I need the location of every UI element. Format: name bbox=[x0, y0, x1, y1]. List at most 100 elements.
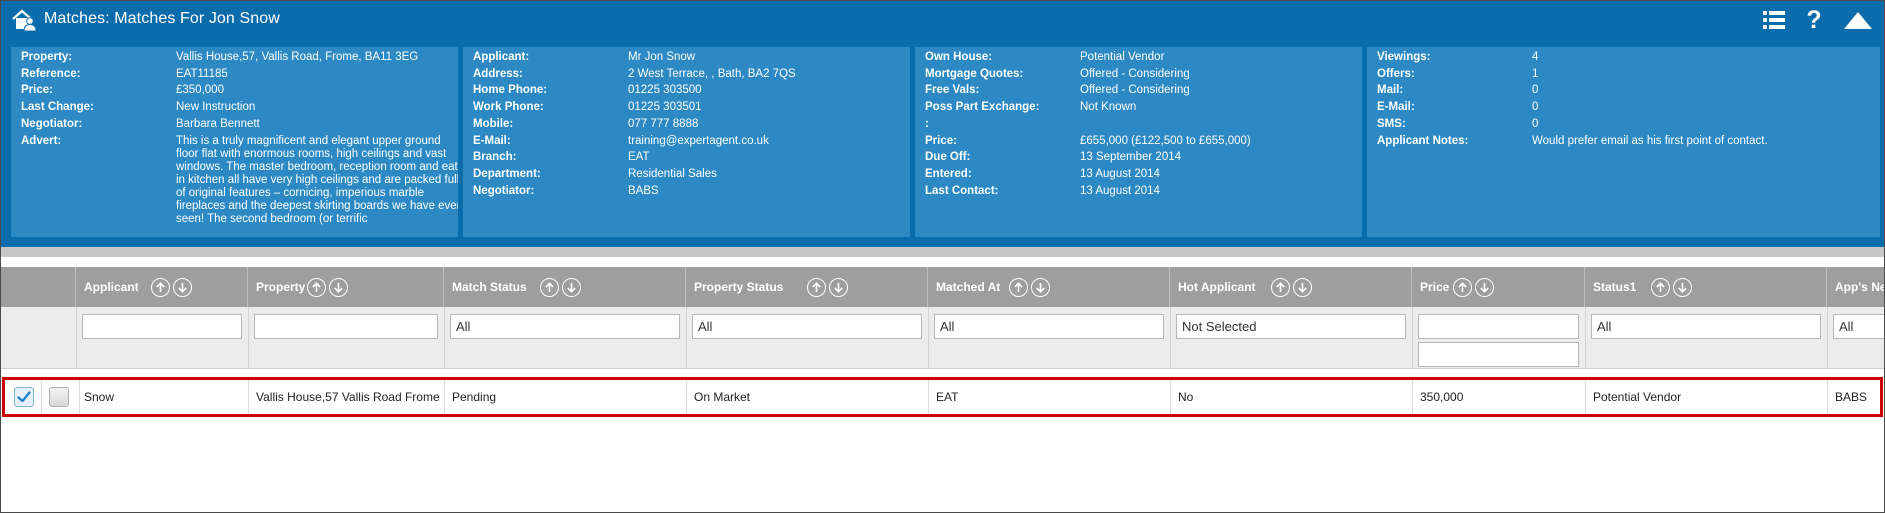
sort-ascending-icon[interactable] bbox=[307, 278, 326, 297]
list-view-icon[interactable] bbox=[1761, 7, 1787, 33]
applicant-field-value: Residential Sales bbox=[628, 167, 717, 180]
column-matched-at-header[interactable]: Matched At bbox=[928, 267, 1170, 307]
property-field-value: Barbara Bennett bbox=[176, 117, 260, 130]
match-status-cell: Pending bbox=[452, 390, 497, 404]
column-property-status-header[interactable]: Property Status bbox=[686, 267, 928, 307]
sort-ascending-icon[interactable] bbox=[1651, 278, 1670, 297]
column-divider bbox=[1827, 307, 1828, 369]
table-row[interactable]: Snow Vallis House,57 Vallis Road Frome Pen… bbox=[2, 377, 1883, 417]
column-applicant-filter[interactable] bbox=[82, 314, 242, 339]
property-field-row: Negotiator: Barbara Bennett bbox=[21, 118, 452, 136]
title-bar: Matches: Matches For Jon Snow ? bbox=[1, 1, 1884, 39]
help-icon[interactable]: ? bbox=[1801, 6, 1827, 34]
stats-field-label: Viewings: bbox=[1377, 51, 1431, 63]
applicant-field-value: Mr Jon Snow bbox=[628, 51, 696, 63]
status-field-row: : bbox=[925, 118, 1356, 136]
apps-negotiator-cell: BABS bbox=[1835, 390, 1868, 404]
column-status1-filter[interactable] bbox=[1591, 314, 1821, 339]
column-matched-at-header-label: Matched At bbox=[936, 280, 1001, 294]
applicant-field-label: Department: bbox=[473, 167, 541, 180]
cell-divider bbox=[1170, 380, 1171, 414]
sort-descending-icon[interactable] bbox=[1673, 278, 1692, 297]
applicant-field-row: Negotiator: BABS bbox=[473, 185, 904, 203]
stats-field-value: 1 bbox=[1532, 67, 1539, 80]
sort-ascending-icon[interactable] bbox=[1009, 278, 1028, 297]
status-field-value: Potential Vendor bbox=[1080, 51, 1165, 63]
sort-descending-icon[interactable] bbox=[829, 278, 848, 297]
status-field-label: Last Contact: bbox=[925, 184, 999, 197]
status-field-label: : bbox=[925, 117, 929, 130]
column-property-status-filter[interactable] bbox=[692, 314, 922, 339]
sort-descending-icon[interactable] bbox=[1031, 278, 1050, 297]
column-property-filter[interactable] bbox=[254, 314, 438, 339]
applicant-field-row: Home Phone: 01225 303500 bbox=[473, 84, 904, 102]
sort-descending-icon[interactable] bbox=[562, 278, 581, 297]
applicant-field-value: 01225 303500 bbox=[628, 84, 702, 97]
applicant-status-panel: Own House: Potential Vendor Mortgage Quote… bbox=[915, 47, 1362, 237]
sort-descending-icon[interactable] bbox=[173, 278, 192, 297]
stats-field-value: Would prefer email as his first point of… bbox=[1532, 134, 1768, 147]
column-app-s-ne-header[interactable]: App's Ne bbox=[1827, 267, 1884, 307]
status-field-row: Free Vals: Offered - Considering bbox=[925, 84, 1356, 102]
collapse-up-icon[interactable] bbox=[1841, 7, 1875, 33]
stats-field-label: Applicant Notes: bbox=[1377, 134, 1469, 147]
sort-ascending-icon[interactable] bbox=[1271, 278, 1290, 297]
applicant-field-row: Mobile: 077 777 8888 bbox=[473, 118, 904, 136]
column-divider bbox=[248, 307, 249, 369]
column-price-filter[interactable] bbox=[1418, 314, 1579, 339]
column-app-s-ne-filter[interactable] bbox=[1833, 314, 1884, 339]
advert-text: This is a truly magnificent and elegant … bbox=[176, 134, 458, 225]
grid-header-row: Applicant Property Match Status Property St… bbox=[1, 267, 1884, 307]
column-match-status-filter[interactable] bbox=[450, 314, 680, 339]
page-title: Matches: Matches For Jon Snow bbox=[44, 10, 280, 27]
advert-row: Advert: This is a truly magnificent and e… bbox=[21, 134, 458, 230]
column-hot-applicant-header-label: Hot Applicant bbox=[1178, 280, 1256, 294]
applicant-field-value: BABS bbox=[628, 184, 659, 197]
sort-ascending-icon[interactable] bbox=[151, 278, 170, 297]
sort-ascending-icon[interactable] bbox=[1453, 278, 1472, 297]
column-match-status-header[interactable]: Match Status bbox=[444, 267, 686, 307]
column-applicant-header-label: Applicant bbox=[84, 280, 139, 294]
stats-field-value: 4 bbox=[1532, 51, 1539, 63]
stats-field-row: Offers: 1 bbox=[1377, 68, 1874, 86]
column-price-filter-max[interactable] bbox=[1418, 342, 1579, 367]
column-status1-header[interactable]: Status1 bbox=[1585, 267, 1827, 307]
sort-descending-icon[interactable] bbox=[1293, 278, 1312, 297]
cell-divider bbox=[444, 380, 445, 414]
applicant-field-value: EAT bbox=[628, 151, 650, 164]
advert-label: Advert: bbox=[21, 134, 62, 147]
applicant-field-row: Work Phone: 01225 303501 bbox=[473, 101, 904, 119]
sort-ascending-icon[interactable] bbox=[807, 278, 826, 297]
property-field-value: £350,000 bbox=[176, 84, 224, 97]
applicant-field-value: 077 777 8888 bbox=[628, 117, 699, 130]
status-field-value: 13 August 2014 bbox=[1080, 167, 1160, 180]
property-field-row: Reference: EAT11185 bbox=[21, 68, 452, 86]
column-hot-applicant-header[interactable]: Hot Applicant bbox=[1170, 267, 1412, 307]
stats-field-label: SMS: bbox=[1377, 117, 1406, 130]
row-checkbox[interactable] bbox=[49, 387, 69, 407]
column-price-header[interactable]: Price bbox=[1412, 267, 1585, 307]
column-applicant-header[interactable]: Applicant bbox=[76, 267, 248, 307]
applicant-field-label: Address: bbox=[473, 67, 523, 80]
status-field-row: Mortgage Quotes: Offered - Considering bbox=[925, 68, 1356, 86]
sort-ascending-icon[interactable] bbox=[540, 278, 559, 297]
sort-descending-icon[interactable] bbox=[1475, 278, 1494, 297]
column-property-header[interactable]: Property bbox=[248, 267, 444, 307]
applicant-field-row: E-Mail: training@expertagent.co.uk bbox=[473, 135, 904, 153]
column-property-status-header-label: Property Status bbox=[694, 280, 784, 294]
property-status-cell: On Market bbox=[694, 390, 751, 404]
header-area: Matches: Matches For Jon Snow ? Property… bbox=[1, 1, 1884, 247]
applicant-stats-panel: Viewings: 4 Offers: 1 Mail: 0 E-Mail: 0 SMS: 0 App… bbox=[1367, 47, 1880, 237]
property-field-label: Price: bbox=[21, 84, 53, 97]
row-selected-checkbox[interactable] bbox=[14, 387, 34, 407]
column-match-status-header-label: Match Status bbox=[452, 280, 527, 294]
property-field-label: Negotiator: bbox=[21, 117, 83, 130]
column-matched-at-filter[interactable] bbox=[934, 314, 1164, 339]
status-field-label: Poss Part Exchange: bbox=[925, 101, 1040, 114]
stats-field-label: E-Mail: bbox=[1377, 101, 1415, 114]
applicant-details-panel: Applicant: Mr Jon Snow Address: 2 West Terr… bbox=[463, 47, 910, 237]
home-user-icon[interactable] bbox=[11, 8, 37, 32]
stats-field-value: 0 bbox=[1532, 117, 1539, 130]
sort-descending-icon[interactable] bbox=[329, 278, 348, 297]
column-hot-applicant-filter[interactable] bbox=[1176, 314, 1406, 339]
